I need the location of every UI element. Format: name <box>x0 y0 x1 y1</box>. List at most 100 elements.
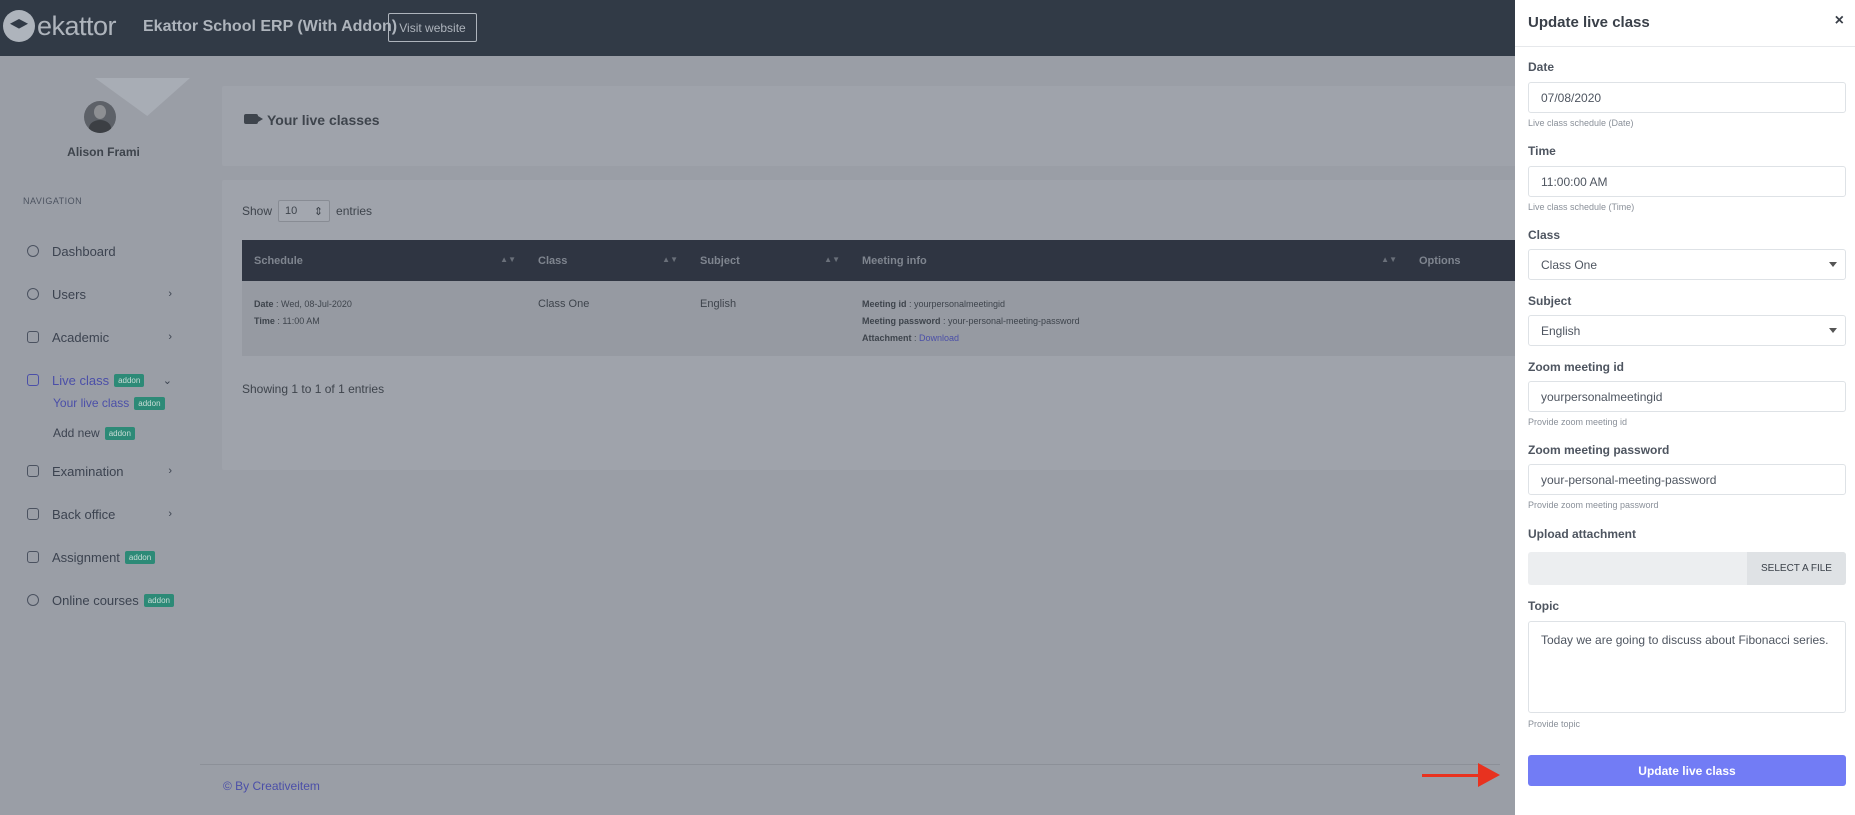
profile-name: Alison Frami <box>67 145 140 159</box>
zoom-meeting-password-label: Zoom meeting password <box>1528 443 1670 457</box>
chevron-right-icon: › <box>168 288 172 300</box>
column-label: Schedule <box>254 254 303 267</box>
addon-badge: addon <box>104 426 135 440</box>
time-input[interactable]: 11:00:00 AM <box>1528 166 1846 197</box>
logo-cap-icon <box>3 10 35 42</box>
column-label: Subject <box>700 254 740 267</box>
topic-help: Provide topic <box>1528 719 1581 729</box>
sidebar-subitem-your-live-class[interactable]: Your live class addon <box>53 395 165 411</box>
visit-website-button[interactable]: Visit website <box>388 13 477 42</box>
nav-title: NAVIGATION <box>23 196 83 206</box>
date-label: Date <box>254 299 274 309</box>
meeting-password-value: : your-personal-meeting-password <box>940 316 1080 326</box>
sidebar-item-label: Online courses <box>52 592 139 608</box>
sidebar-item-academic[interactable]: Academic › <box>0 326 200 348</box>
select-file-button[interactable]: SELECT A FILE <box>1747 552 1846 585</box>
select-arrows-icon: ⇕ <box>313 205 324 218</box>
chevron-down-icon <box>1829 328 1837 333</box>
sidebar-item-live-class[interactable]: Live class addon ⌄ <box>0 369 200 391</box>
date-label: Date <box>1528 60 1555 74</box>
app-logo[interactable]: ekattor <box>3 10 117 42</box>
sidebar-item-label: Add new <box>53 426 100 440</box>
class-label: Class <box>1528 228 1561 242</box>
page-title: Your live classes <box>267 112 380 128</box>
chevron-right-icon: › <box>168 508 172 520</box>
subject-select[interactable]: English <box>1528 315 1846 346</box>
chevron-down-icon <box>1829 262 1837 267</box>
class-select[interactable]: Class One <box>1528 249 1846 280</box>
sidebar-subitem-add-new[interactable]: Add new addon <box>53 425 135 441</box>
zoom-meeting-password-input[interactable]: your-personal-meeting-password <box>1528 464 1846 495</box>
entries-control: Show 10 ⇕ entries <box>242 200 372 222</box>
annotation-arrow-icon <box>1478 763 1500 787</box>
zoom-meeting-password-help: Provide zoom meeting password <box>1528 500 1659 510</box>
zoom-meeting-id-label: Zoom meeting id <box>1528 360 1624 374</box>
app-title: Ekattor School ERP (With Addon) <box>143 18 398 35</box>
sidebar-item-users[interactable]: Users › <box>0 283 200 305</box>
sidebar: Alison Frami NAVIGATION Dashboard Users … <box>0 56 200 815</box>
meeting-id-value: : yourpersonalmeetingid <box>906 299 1006 309</box>
briefcase-icon <box>27 508 39 520</box>
live-class-table: Schedule ▲▼ Class ▲▼ Subject ▲▼ Meeting … <box>242 240 1702 356</box>
column-header-schedule[interactable]: Schedule ▲▼ <box>242 240 526 281</box>
column-header-class[interactable]: Class ▲▼ <box>526 240 688 281</box>
cell-meeting-info: Meeting id : yourpersonalmeetingid Meeti… <box>850 281 1407 356</box>
zoom-meeting-id-input[interactable]: yourpersonalmeetingid <box>1528 381 1846 412</box>
video-camera-icon <box>27 374 39 386</box>
sort-icon: ▲▼ <box>1381 255 1397 264</box>
zoom-meeting-id-help: Provide zoom meeting id <box>1528 417 1628 427</box>
time-value: : 11:00 AM <box>274 316 320 326</box>
avatar[interactable] <box>84 101 116 133</box>
meeting-id-label: Meeting id <box>862 299 907 309</box>
panel-title: Update live class <box>1528 14 1650 31</box>
entries-value: 10 <box>285 205 298 217</box>
sidebar-item-online-courses[interactable]: Online courses addon <box>0 589 200 611</box>
close-icon[interactable]: × <box>1835 12 1844 30</box>
sidebar-item-label: Examination <box>52 463 124 479</box>
chevron-right-icon: › <box>168 331 172 343</box>
footer-credit-link[interactable]: © By Creativeitem <box>223 779 320 793</box>
academic-icon <box>27 331 39 343</box>
video-camera-icon <box>244 114 263 124</box>
addon-badge: addon <box>143 593 174 607</box>
cell-schedule: Date : Wed, 08-Jul-2020 Time : 11:00 AM <box>242 281 526 356</box>
entries-select[interactable]: 10 ⇕ <box>278 200 331 222</box>
sidebar-item-label: Dashboard <box>52 243 116 259</box>
addon-badge: addon <box>124 550 156 564</box>
sidebar-item-label: Academic <box>52 329 110 345</box>
download-link[interactable]: Download <box>919 333 959 343</box>
meeting-password-label: Meeting password <box>862 316 941 326</box>
addon-badge: addon <box>134 396 165 410</box>
table-header: Schedule ▲▼ Class ▲▼ Subject ▲▼ Meeting … <box>242 240 1702 281</box>
sidebar-item-assignment[interactable]: Assignment addon <box>0 546 200 568</box>
play-icon <box>27 594 39 606</box>
user-icon <box>27 288 39 300</box>
sidebar-item-back-office[interactable]: Back office › <box>0 503 200 525</box>
clipboard-icon <box>27 465 39 477</box>
table-row: Date : Wed, 08-Jul-2020 Time : 11:00 AM … <box>242 281 1702 356</box>
cell-class: Class One <box>538 298 590 310</box>
time-label: Time <box>254 316 275 326</box>
update-live-class-button[interactable]: Update live class <box>1528 755 1846 786</box>
file-upload-field[interactable]: SELECT A FILE <box>1528 552 1846 585</box>
sort-icon: ▲▼ <box>500 255 516 264</box>
dashboard-icon <box>27 245 39 257</box>
attachment-separator: : <box>911 333 920 343</box>
panel-header: Update live class × <box>1515 0 1855 47</box>
time-help: Live class schedule (Time) <box>1528 202 1635 212</box>
pagination-info: Showing 1 to 1 of 1 entries <box>242 382 385 396</box>
column-header-meeting-info[interactable]: Meeting info ▲▼ <box>850 240 1407 281</box>
sidebar-item-dashboard[interactable]: Dashboard <box>0 240 200 262</box>
date-input[interactable]: 07/08/2020 <box>1528 82 1846 113</box>
column-label: Meeting info <box>862 254 927 267</box>
sort-icon: ▲▼ <box>824 255 840 264</box>
column-label: Class <box>538 254 568 267</box>
column-label: Options <box>1419 254 1461 267</box>
sort-icon: ▲▼ <box>662 255 678 264</box>
subject-label: Subject <box>1528 294 1572 308</box>
topic-textarea[interactable]: Today we are going to discuss about Fibo… <box>1528 621 1846 713</box>
sidebar-item-examination[interactable]: Examination › <box>0 460 200 482</box>
chevron-right-icon: › <box>168 465 172 477</box>
annotation-arrow-shaft <box>1422 774 1480 777</box>
column-header-subject[interactable]: Subject ▲▼ <box>688 240 850 281</box>
